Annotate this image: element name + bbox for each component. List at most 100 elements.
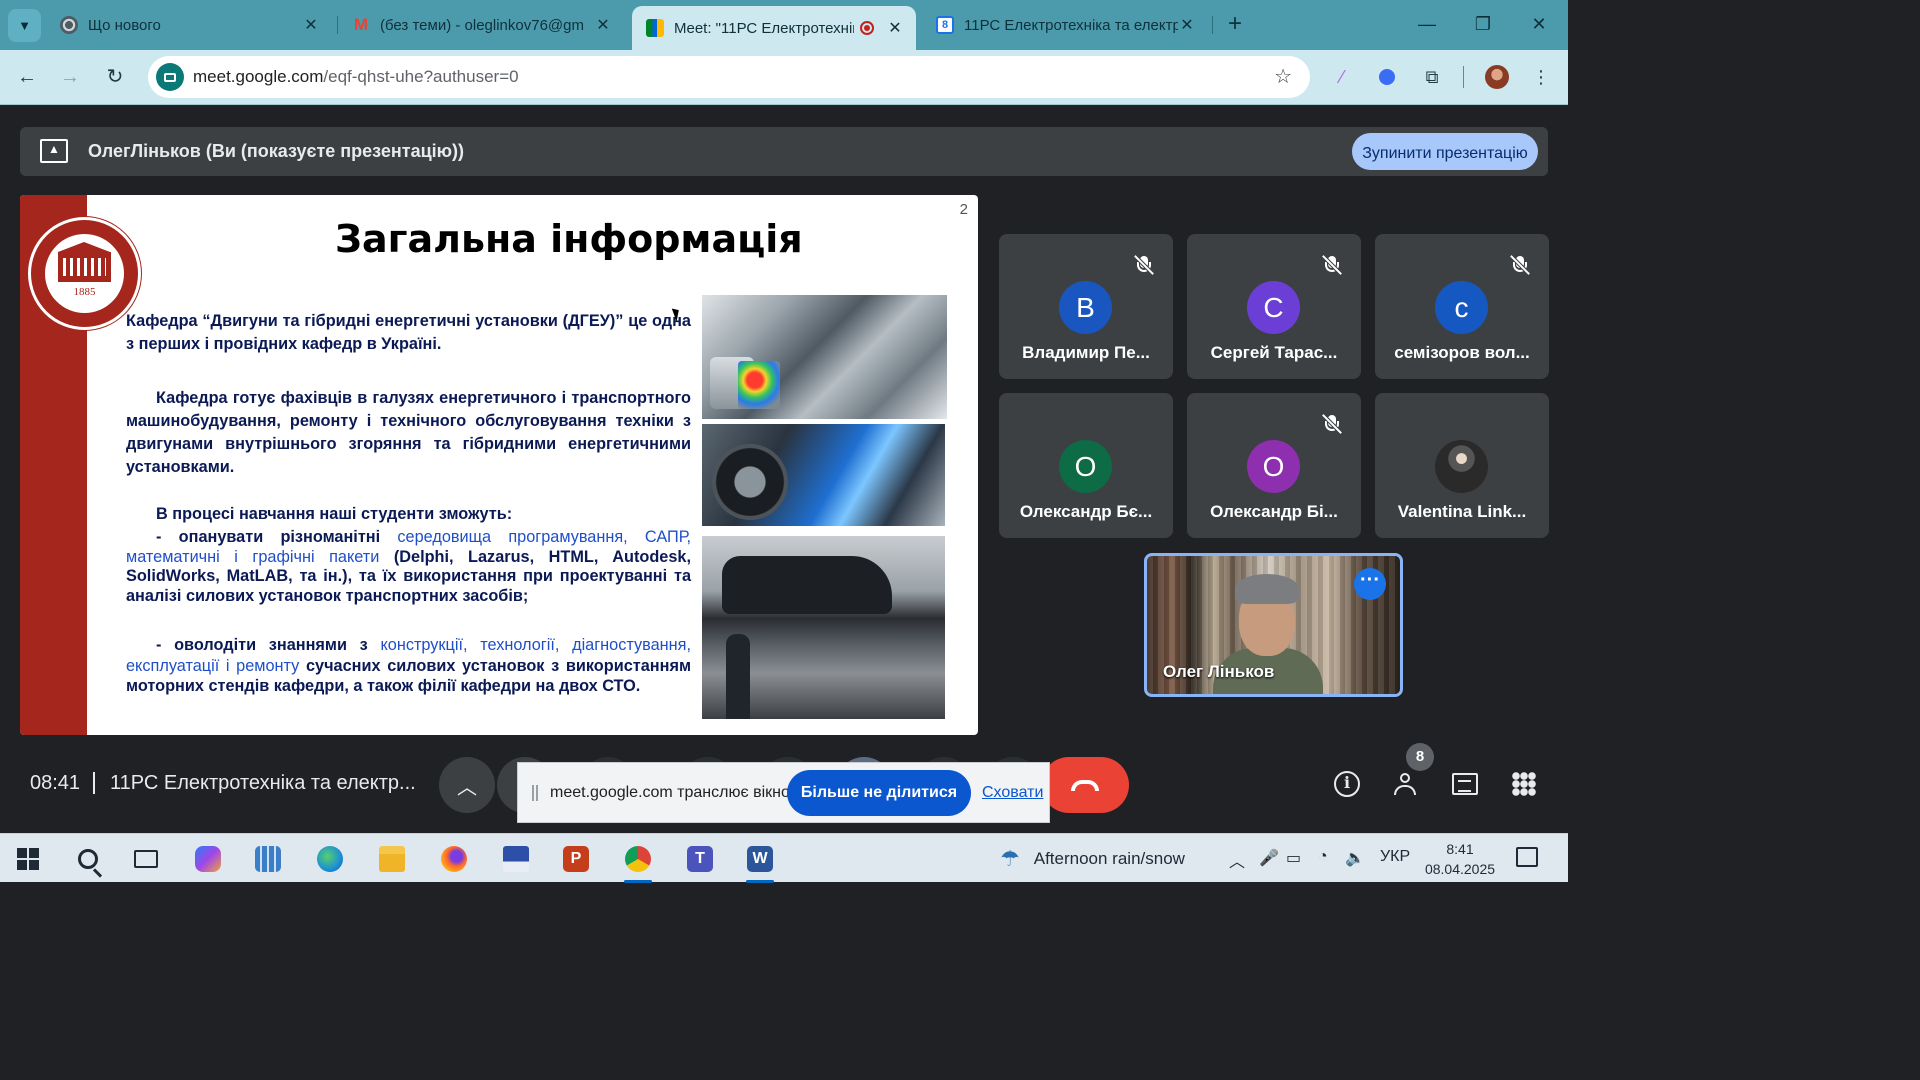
participant-count-badge: 8	[1406, 743, 1434, 771]
recording-indicator-icon	[860, 21, 874, 35]
notifications-icon[interactable]	[1516, 847, 1538, 867]
extension-circle-icon[interactable]	[1373, 63, 1401, 91]
self-name: Олег Ліньков	[1163, 662, 1275, 681]
participant-name: семізоров вол...	[1394, 343, 1530, 362]
people-icon	[1392, 773, 1420, 795]
close-icon[interactable]: ✕	[302, 15, 320, 35]
self-video-tile[interactable]: Олег Ліньков ···	[1144, 553, 1403, 697]
profile-avatar[interactable]	[1483, 63, 1511, 91]
meeting-title: 11РС Електротехніка та електр...	[110, 772, 416, 794]
info-icon: i	[1334, 771, 1360, 797]
tab-whats-new[interactable]: Що нового ✕	[46, 8, 332, 42]
edge-app[interactable]	[312, 841, 348, 877]
battery-icon[interactable]: ▭	[1286, 848, 1301, 868]
tab-separator	[1212, 16, 1213, 34]
chevron-down-icon: ▼	[18, 18, 31, 33]
address-bar[interactable]: meet.google.com/eqf-qhst-uhe?authuser=0 …	[148, 56, 1310, 98]
stop-presenting-button[interactable]: Зупинити презентацію	[1352, 133, 1538, 170]
firefox-app[interactable]	[436, 841, 472, 877]
file-explorer-app[interactable]	[374, 841, 410, 877]
toolbar-separator	[1463, 66, 1464, 88]
tab-title: (без теми) - oleglinkov76@gm	[380, 16, 584, 34]
window-close-icon[interactable]: ✕	[1524, 8, 1554, 40]
participant-tile[interactable]: Valentina Link...	[1375, 393, 1549, 538]
meeting-details-button[interactable]: i	[1329, 766, 1365, 802]
participant-tile[interactable]: О Олександр Бі...	[1187, 393, 1361, 538]
drag-handle-icon[interactable]	[532, 785, 538, 801]
search-icon	[78, 849, 98, 869]
volume-icon[interactable]: 🔈	[1345, 848, 1365, 868]
powerpoint-app[interactable]: P	[558, 841, 594, 877]
participant-tile[interactable]: В Владимир Пе...	[999, 234, 1173, 379]
powerpoint-icon: P	[563, 846, 589, 872]
floppy-disk-icon	[503, 846, 529, 872]
participant-avatar: с	[1435, 281, 1488, 334]
leave-call-button[interactable]	[1041, 757, 1129, 813]
minimize-icon[interactable]: —	[1412, 8, 1442, 40]
slide-number: 2	[959, 201, 968, 218]
tab-google-calendar[interactable]: 8 11РС Електротехніка та електр ✕	[922, 8, 1208, 42]
building-emblem-icon	[58, 242, 111, 282]
tab-gmail[interactable]: M (без теми) - oleglinkov76@gm ✕	[338, 8, 624, 42]
tab-search-button[interactable]: ▼	[8, 9, 41, 42]
bookmark-star-icon[interactable]: ☆	[1274, 64, 1292, 89]
reload-icon[interactable]: ↻	[100, 62, 130, 92]
tab-google-meet[interactable]: Meet: "11РС Електротехніка ✕	[632, 6, 916, 50]
word-app[interactable]: W	[742, 841, 778, 883]
close-icon[interactable]: ✕	[1178, 15, 1196, 35]
copilot-app[interactable]	[190, 841, 226, 877]
system-clock[interactable]: 8:41 08.04.2025	[1424, 839, 1496, 879]
language-indicator[interactable]: УКР	[1380, 848, 1410, 866]
teams-icon: T	[687, 846, 713, 872]
participant-avatar: О	[1247, 440, 1300, 493]
participant-tile[interactable]: с семізоров вол...	[1375, 234, 1549, 379]
site-info-icon[interactable]	[156, 63, 184, 91]
chrome-icon	[60, 16, 78, 34]
stop-sharing-button[interactable]: Більше не ділитися	[787, 770, 971, 816]
firefox-icon	[441, 846, 467, 872]
apps-grid-icon	[1512, 772, 1536, 796]
teams-app[interactable]: T	[682, 841, 718, 877]
university-logo: 1885	[28, 217, 141, 330]
activities-button[interactable]	[1506, 766, 1542, 802]
people-button[interactable]	[1388, 766, 1424, 802]
hide-notice-link[interactable]: Сховати	[982, 784, 1043, 802]
close-icon[interactable]: ✕	[594, 15, 612, 35]
slide-paragraph-intro: Кафедра “Двигуни та гібридні енергетичні…	[126, 312, 691, 353]
clock-time: 8:41	[1446, 841, 1474, 857]
presenting-status-text: ОлегЛіньков (Ви (показуєте презентацію))	[88, 141, 465, 161]
more-options-icon[interactable]: ···	[1354, 568, 1386, 600]
back-arrow-icon[interactable]: ←	[12, 62, 42, 92]
participant-avatar: В	[1059, 281, 1112, 334]
presenting-banner: ОлегЛіньков (Ви (показуєте презентацію))…	[20, 127, 1548, 176]
url-path: /eqf-qhst-uhe?authuser=0	[323, 67, 519, 86]
microphone-tray-icon[interactable]: 🎤	[1259, 848, 1279, 868]
share-notice-text: meet.google.com транслює вікно.	[550, 784, 795, 801]
close-icon[interactable]: ✕	[886, 18, 904, 38]
menu-kebab-icon[interactable]: ⋮	[1527, 63, 1555, 91]
extensions-puzzle-icon[interactable]: ⧉	[1418, 63, 1446, 91]
pen-extension-icon[interactable]: ⁄	[1328, 63, 1356, 91]
expand-up-button[interactable]: ︿	[439, 757, 495, 813]
search-button[interactable]	[70, 841, 106, 877]
save-app[interactable]	[498, 841, 534, 877]
participant-tile[interactable]: О Олександр Бє...	[999, 393, 1173, 538]
restore-icon[interactable]: ❐	[1468, 8, 1498, 40]
new-tab-button[interactable]: +	[1220, 10, 1250, 40]
mic-off-icon	[1321, 254, 1343, 276]
forward-arrow-icon[interactable]: →	[55, 62, 85, 92]
calculator-app[interactable]	[250, 841, 286, 877]
chat-button[interactable]	[1447, 766, 1483, 802]
start-button[interactable]	[10, 841, 46, 877]
chrome-app[interactable]	[620, 841, 656, 883]
show-hidden-icons-chevron-icon[interactable]: ︿	[1229, 848, 1245, 872]
participant-photo-avatar	[1435, 440, 1488, 493]
wifi-icon[interactable]: ◔	[1318, 848, 1328, 866]
slide-paragraph-description: Кафедра готує фахівців в галузях енергет…	[126, 389, 691, 476]
bullet-text: - оволодіти знаннями з	[156, 636, 381, 654]
chrome-icon	[625, 846, 651, 872]
mic-off-icon	[1321, 413, 1343, 435]
participant-tile[interactable]: С Сергей Тарас...	[1187, 234, 1361, 379]
task-view-button[interactable]	[128, 841, 164, 877]
weather-widget[interactable]: ☂ Afternoon rain/snow	[1000, 844, 1185, 874]
